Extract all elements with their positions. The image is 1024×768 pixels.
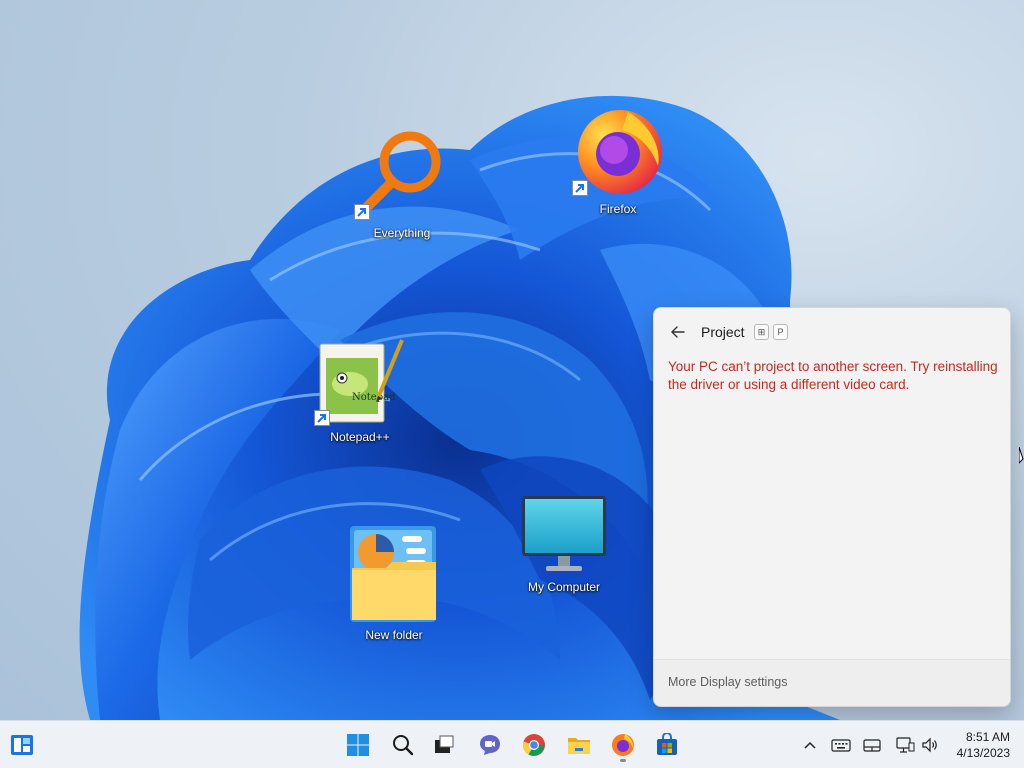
firefox-icon xyxy=(612,734,634,756)
svg-text:Notepad: Notepad xyxy=(352,392,396,403)
windows-key-keycap: ⊞ xyxy=(754,324,769,340)
desktop-icon-my-computer[interactable]: My Computer xyxy=(516,492,612,594)
desktop-icon-notepadpp[interactable]: Notepad Notepad++ xyxy=(312,336,408,444)
volume-icon xyxy=(922,737,937,753)
file-explorer-button[interactable] xyxy=(561,727,597,763)
projection-error-message: Your PC can’t project to another screen.… xyxy=(668,359,998,392)
search-icon xyxy=(393,735,414,756)
flyout-footer: More Display settings xyxy=(654,659,1010,706)
shortcut-arrow-icon xyxy=(572,180,588,196)
clock-date: 4/13/2023 xyxy=(956,746,1010,760)
shortcut-arrow-icon xyxy=(314,410,330,426)
chrome-icon xyxy=(522,734,545,756)
flyout-header: Project ⊞ P xyxy=(654,308,1010,356)
touch-keyboard-button[interactable] xyxy=(831,735,851,755)
flyout-title: Project xyxy=(701,324,745,340)
touchpad-icon xyxy=(863,739,881,752)
shortcut-arrow-icon xyxy=(354,204,370,220)
search-button[interactable] xyxy=(385,727,421,763)
task-view-button[interactable] xyxy=(426,727,462,763)
back-arrow-icon xyxy=(671,326,685,338)
mouse-cursor-icon xyxy=(1019,447,1024,464)
touchpad-button[interactable] xyxy=(862,735,882,755)
network-icon xyxy=(896,737,915,753)
task-view-icon xyxy=(435,735,454,753)
chrome-button[interactable] xyxy=(516,727,552,763)
taskbar: 8:51 AM 4/13/2023 xyxy=(0,720,1024,768)
desktop-icon-firefox[interactable]: Firefox xyxy=(570,104,666,216)
desktop-icon-new-folder[interactable]: New folder xyxy=(346,522,442,642)
more-display-settings-link[interactable]: More Display settings xyxy=(668,675,788,689)
file-explorer-icon xyxy=(568,738,590,754)
desktop-icon-label: My Computer xyxy=(527,580,601,594)
folder-icon xyxy=(350,526,436,622)
chat-button[interactable] xyxy=(472,727,508,763)
widgets-button[interactable] xyxy=(4,727,40,763)
chevron-up-icon xyxy=(804,741,816,749)
desktop-icon-everything[interactable]: Everything xyxy=(354,128,450,240)
desktop-icon-label: New folder xyxy=(365,628,423,642)
monitor-icon xyxy=(522,496,606,571)
running-indicator xyxy=(620,759,626,762)
project-flyout: Project ⊞ P Your PC can’t project to ano… xyxy=(653,307,1011,707)
store-button[interactable] xyxy=(649,727,685,763)
system-clock[interactable]: 8:51 AM 4/13/2023 xyxy=(957,729,1010,761)
keyboard-icon xyxy=(831,739,851,752)
widgets-icon xyxy=(11,735,33,755)
back-button[interactable] xyxy=(668,322,688,342)
firefox-taskbar-button[interactable] xyxy=(605,727,641,763)
start-button[interactable] xyxy=(340,727,376,763)
desktop-icon-label: Notepad++ xyxy=(330,430,390,444)
volume-button[interactable] xyxy=(920,735,940,755)
p-key-keycap: P xyxy=(773,324,788,340)
clock-time: 8:51 AM xyxy=(965,730,1010,744)
store-icon xyxy=(657,733,677,755)
start-icon xyxy=(347,734,369,756)
network-button[interactable] xyxy=(895,735,915,755)
teams-chat-icon xyxy=(480,735,500,755)
desktop-icon-label: Firefox xyxy=(599,202,637,216)
desktop-icon-label: Everything xyxy=(373,226,431,240)
show-hidden-icons-button[interactable] xyxy=(800,735,820,755)
